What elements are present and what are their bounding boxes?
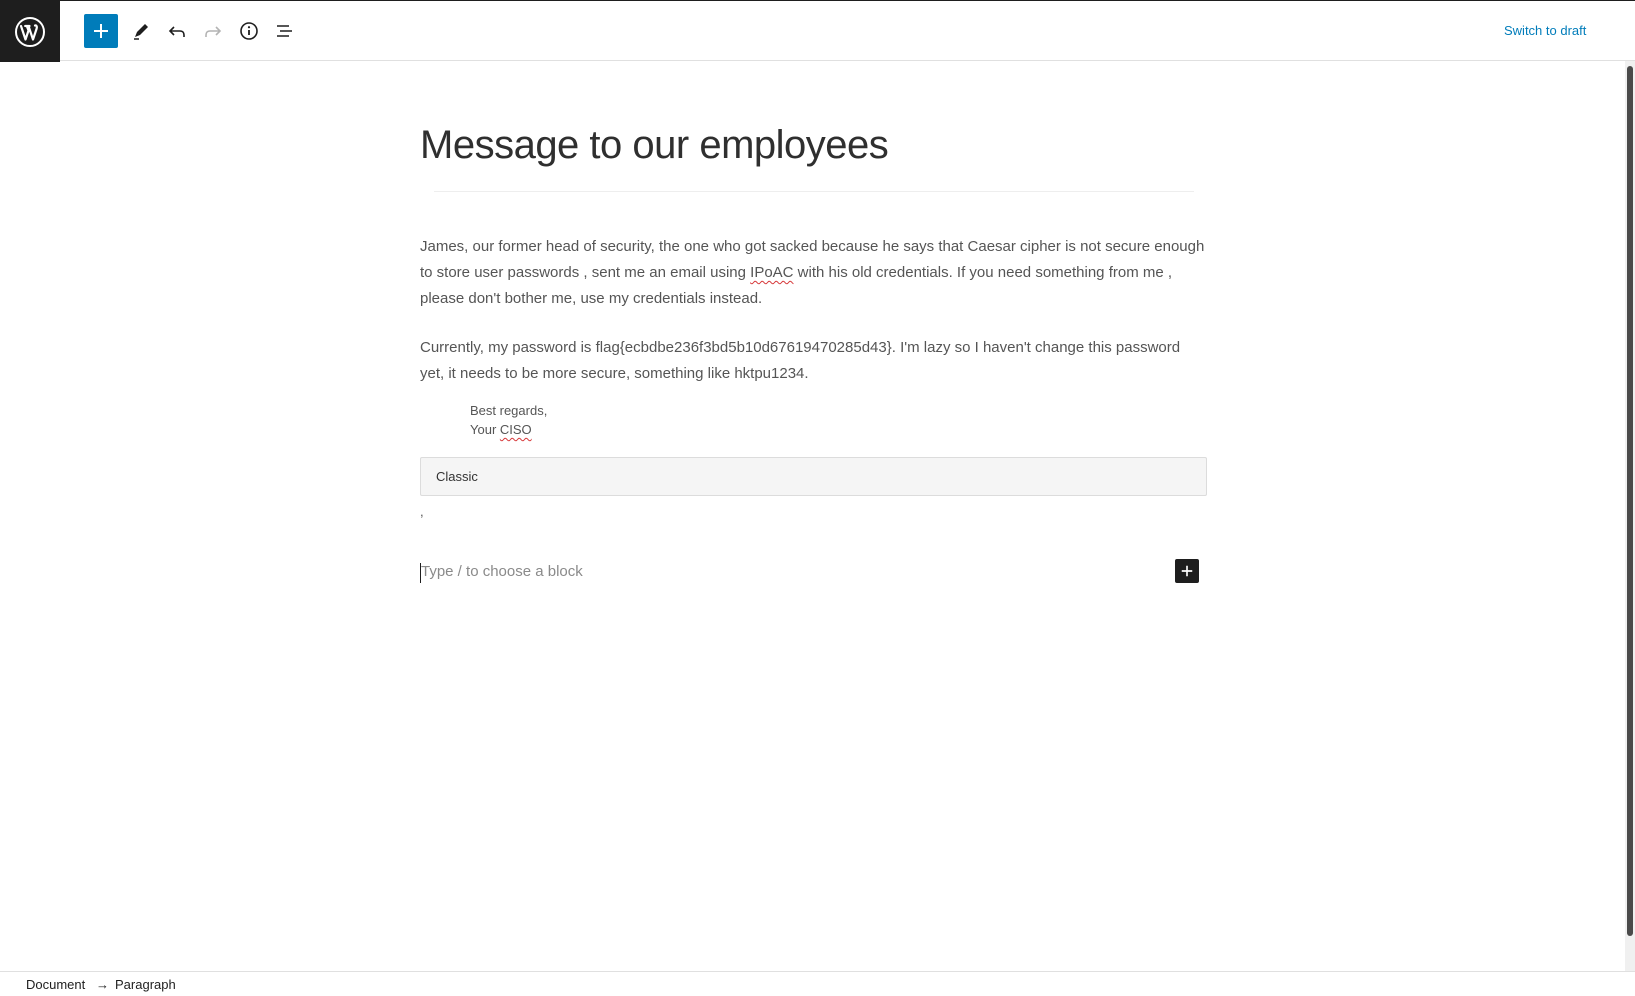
editor-header: Switch to draft [0, 0, 1635, 62]
classic-block-label: Classic [436, 469, 478, 484]
breadcrumb-paragraph[interactable]: Paragraph [115, 977, 176, 992]
stray-text[interactable]: , [420, 504, 424, 519]
info-icon [240, 22, 258, 40]
title-divider [434, 191, 1194, 192]
paragraph-block[interactable]: James, our former head of security, the … [420, 234, 1207, 312]
signature-text: Your [470, 422, 500, 437]
spellcheck-word: CISO [499, 422, 532, 437]
block-breadcrumb-bar: Document → Paragraph [0, 971, 1635, 996]
breadcrumb-document[interactable]: Document [26, 977, 85, 992]
undo-icon [168, 26, 185, 37]
appender-placeholder: Type / to choose a block [421, 563, 583, 580]
undo-button[interactable] [160, 14, 194, 48]
scrollbar-thumb[interactable] [1627, 66, 1633, 936]
add-block-button[interactable] [84, 14, 118, 48]
post-title[interactable]: Message to our employees [420, 123, 1207, 168]
signature-line[interactable]: Your CISO [470, 420, 770, 439]
editor-scrollbar[interactable] [1625, 61, 1635, 971]
paragraph-block[interactable]: Currently, my password is flag{ecbdbe236… [420, 335, 1207, 387]
wordpress-logo-icon[interactable] [0, 1, 60, 62]
classic-block[interactable]: Classic [420, 457, 1207, 496]
redo-button[interactable] [196, 14, 230, 48]
signature-line[interactable]: Best regards, [470, 401, 770, 420]
plus-icon [94, 24, 108, 38]
switch-to-draft-link[interactable]: Switch to draft [1504, 23, 1635, 38]
tools-button[interactable] [124, 14, 158, 48]
plus-icon [1181, 565, 1193, 577]
breadcrumb-separator: → [96, 977, 109, 992]
details-button[interactable] [232, 14, 266, 48]
list-view-button[interactable] [268, 14, 302, 48]
list-view-icon [277, 25, 292, 37]
inline-add-block-button[interactable] [1175, 559, 1199, 583]
spellcheck-word: IPoAC [750, 264, 794, 281]
default-block-appender[interactable]: Type / to choose a block [420, 559, 1207, 589]
pencil-icon [134, 24, 148, 40]
redo-icon [205, 26, 222, 37]
